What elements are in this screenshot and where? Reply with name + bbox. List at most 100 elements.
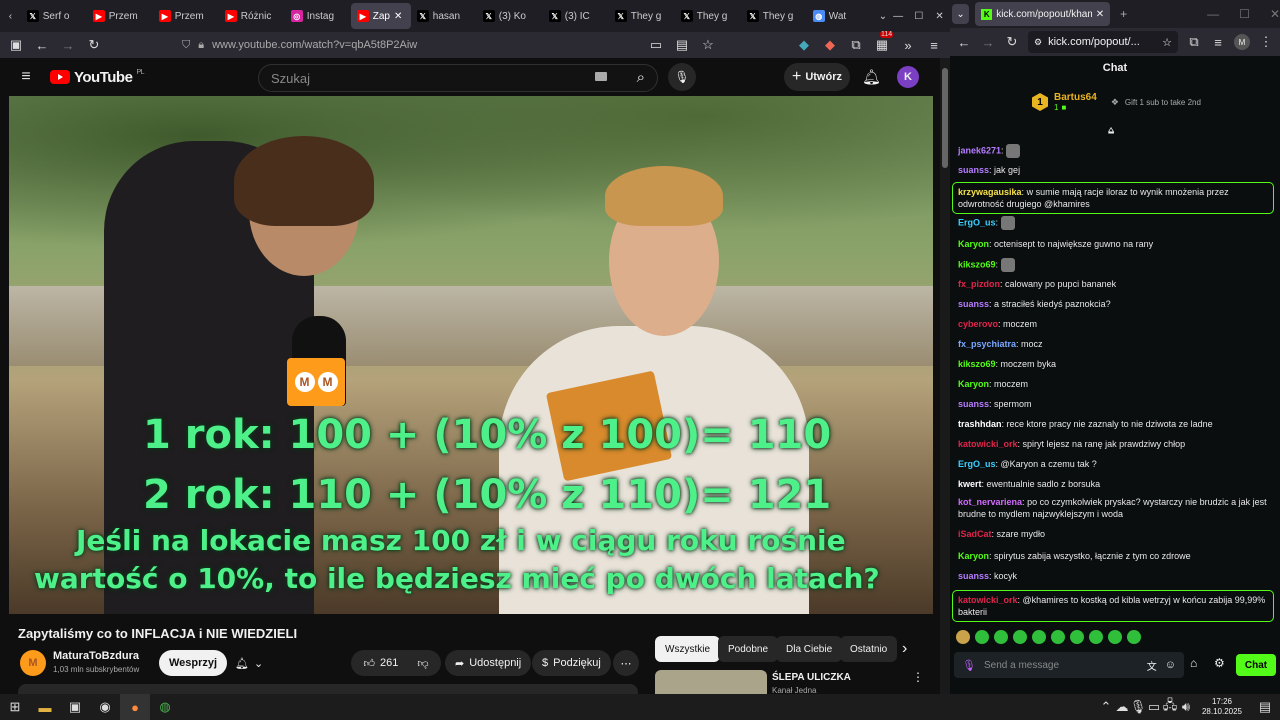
chat-input[interactable]: 🎙︎ Send a message 文 ☺ [954,652,1184,678]
extension-badge[interactable]: ▦ 114 [874,31,894,53]
notification-icon[interactable]: ▤ [1250,694,1280,720]
puzzle-icon[interactable]: ⧉ [848,37,864,53]
chat-username[interactable]: kikszo69 [958,359,996,369]
store-icon[interactable]: ⌂ [1190,656,1197,670]
rec-title[interactable]: ŚLEPA ULICZKA [772,672,851,683]
browser-tab[interactable]: 𝕏 They g [741,0,807,32]
support-button[interactable]: Wesprzyj [159,650,228,676]
emote-icon[interactable] [1013,630,1027,644]
more-actions-button[interactable]: ⋯ [613,650,639,676]
overflow-icon[interactable]: » [900,38,916,53]
filter-tab[interactable]: Ostatnio [840,636,898,662]
chat-username[interactable]: fx_pizdon [958,279,1000,289]
chat-username[interactable]: cyberovo [958,319,998,329]
new-tab-button[interactable]: + [1120,7,1127,21]
emote-icon[interactable] [1108,630,1122,644]
chat-username[interactable]: suanss [958,571,989,581]
browser-tab[interactable]: ▶ Zap ✕ [350,3,411,29]
emote-icon[interactable] [994,630,1008,644]
emote-icon[interactable] [1089,630,1103,644]
chrome-icon[interactable]: ◍ [150,694,180,720]
like-button[interactable]: 👍︎ 261 👎︎ [351,650,441,676]
forward-button[interactable]: → [980,35,996,50]
chat-username[interactable]: fx_psychiatra [958,339,1016,349]
close-tab-icon[interactable]: ✕ [1096,9,1104,20]
browser-tab[interactable]: 𝕏 They g [675,0,741,32]
browser-tab[interactable]: 𝕏 (3) IC [543,0,609,32]
chat-username[interactable]: suanss [958,399,989,409]
voice-search-button[interactable]: 🎙︎ [668,63,696,91]
extensions-icon[interactable]: ⧉ [1186,34,1202,50]
scrollbar-thumb[interactable] [942,68,948,168]
filter-tab[interactable]: Wszystkie [655,636,720,662]
search-icon[interactable]: ⌕ [637,69,645,86]
forward-button[interactable]: → [60,38,76,53]
create-button[interactable]: + Utwórz [784,63,850,91]
chat-username[interactable]: Karyon [958,379,989,389]
browser-tab[interactable]: ▶ Przem [87,0,153,32]
notifications-button[interactable]: 🔔︎ ⌄ [225,650,273,676]
browser-tab[interactable]: 𝕏hasan [411,0,477,32]
chat-username[interactable]: kikszo69 [958,259,996,269]
description-box[interactable] [18,684,638,694]
close-window-button[interactable]: ✕ [1270,7,1280,21]
emoji-icon[interactable]: ☺ [1165,659,1176,671]
browser-tab[interactable]: 𝕏 Serf o [21,0,87,32]
tray-cloud-icon[interactable]: ☁ [1114,694,1130,720]
close-tab-icon[interactable]: ✕ [394,11,402,22]
emote-icon[interactable] [1070,630,1084,644]
back-button[interactable]: ← [34,38,50,53]
maximize-button[interactable]: ☐ [908,0,929,32]
keyboard-icon[interactable] [595,72,607,81]
emote-icon[interactable] [956,630,970,644]
screenshot-icon[interactable]: ▤ [674,37,690,53]
tray-mic-icon[interactable]: 🎙︎ [1130,694,1147,720]
chat-username[interactable]: katowicki_ork [958,439,1018,449]
browser-tab[interactable]: 𝕏 (3) Ko [477,0,543,32]
extension-icon[interactable]: ◆ [796,37,812,53]
avatar[interactable]: K [897,66,919,88]
page-scrollbar[interactable] [940,58,950,694]
monitor-icon[interactable]: ▣ [60,694,90,720]
youtube-logo[interactable]: YouTube PL [50,69,144,86]
mic-icon[interactable]: 🎙︎ [962,659,976,672]
video-player[interactable]: M M 1 rok: 100 + (10% z 100)= 110 2 rok:… [9,96,933,614]
rec-menu-icon[interactable]: ⋮ [912,670,924,684]
tray-chevron-icon[interactable]: ⌃ [1098,694,1114,720]
reload-button[interactable]: ↻ [1004,34,1020,50]
chat-username[interactable]: suanss [958,299,989,309]
gift-text[interactable]: Gift 1 sub to take 2nd [1125,98,1201,107]
channel-avatar[interactable]: M [20,650,46,676]
sidebar-icon[interactable]: ▣ [8,37,24,53]
minimize-button[interactable]: — [888,0,909,32]
pin-icon[interactable]: ⩠ [1108,125,1114,136]
chat-username[interactable]: kot_nervariena [958,497,1022,507]
more-menu-icon[interactable]: ⋮ [1258,34,1274,50]
bookmark-star-icon[interactable]: ☆ [1162,36,1172,49]
steam-icon[interactable]: ◉ [90,694,120,720]
thanks-button[interactable]: $ Podziękuj [532,650,611,676]
tab-list-button[interactable]: ⌄ [952,4,970,24]
chat-username[interactable]: ErgO_us [958,459,996,469]
notifications-bell-icon[interactable]: 🔔︎ [862,68,881,86]
back-button[interactable]: ← [956,35,972,50]
filter-tab[interactable]: Dla Ciebie [776,636,843,662]
gifter-name[interactable]: Bartus64 [1054,92,1097,103]
chat-username[interactable]: ErgO_us [958,217,996,227]
tray-network-icon[interactable]: 🖧︎ [1162,694,1178,720]
chat-username[interactable]: janek6271 [958,145,1001,155]
emote-icon[interactable] [1032,630,1046,644]
translate-icon[interactable]: 文 [1147,658,1157,673]
browser-tab[interactable]: ◍ Wat [807,0,873,32]
emote-icon[interactable] [1127,630,1141,644]
chat-username[interactable]: katowicki_ork [958,595,1018,605]
profile-avatar[interactable]: M [1234,34,1250,50]
emote-icon[interactable] [975,630,989,644]
close-window-button[interactable]: ✕ [929,0,950,32]
maximize-button[interactable]: ☐ [1239,7,1250,21]
bookmark-star-icon[interactable]: ☆ [700,37,716,53]
minimize-button[interactable]: — [1207,7,1219,21]
reload-button[interactable]: ↻ [86,37,102,53]
chevron-right-icon[interactable]: › [902,640,907,658]
browser-tab[interactable]: 𝕏 They g [609,0,675,32]
